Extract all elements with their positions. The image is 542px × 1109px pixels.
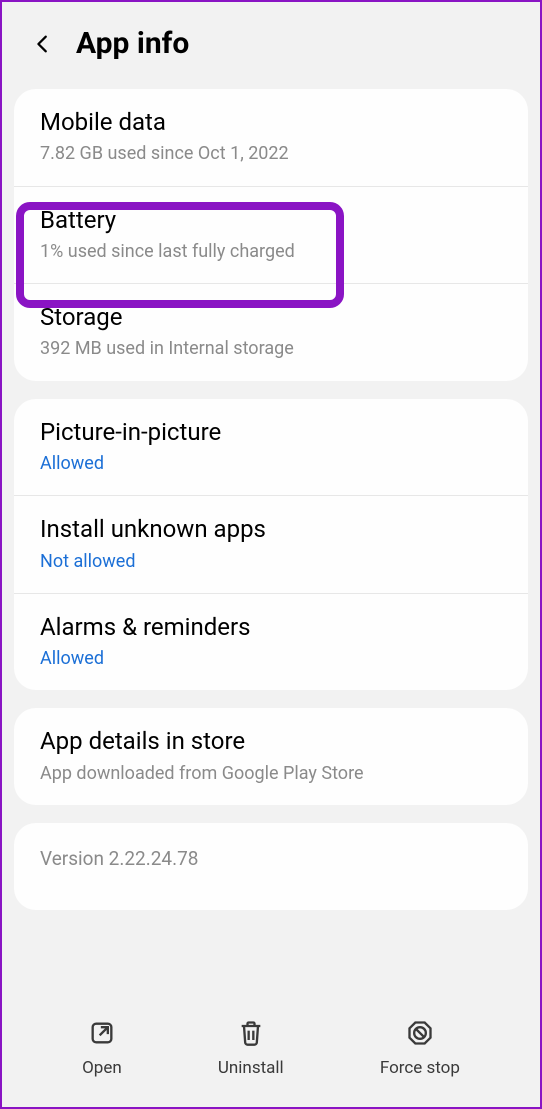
open-label: Open (82, 1058, 122, 1078)
battery-item[interactable]: Battery 1% used since last fully charged (14, 187, 528, 284)
version-card: Version 2.22.24.78 (14, 823, 528, 910)
battery-sub: 1% used since last fully charged (40, 240, 502, 263)
storage-sub: 392 MB used in Internal storage (40, 337, 502, 360)
uninstall-button[interactable]: Uninstall (218, 1018, 284, 1078)
uninstall-label: Uninstall (218, 1058, 284, 1078)
force-stop-button[interactable]: Force stop (380, 1018, 460, 1078)
open-icon (87, 1018, 117, 1048)
pip-title: Picture-in-picture (40, 417, 502, 448)
alarms-title: Alarms & reminders (40, 612, 502, 643)
usage-card: Mobile data 7.82 GB used since Oct 1, 20… (14, 89, 528, 381)
stop-icon (405, 1018, 435, 1048)
mobile-data-item[interactable]: Mobile data 7.82 GB used since Oct 1, 20… (14, 89, 528, 186)
pip-item[interactable]: Picture-in-picture Allowed (14, 399, 528, 496)
unknown-apps-sub: Not allowed (40, 550, 502, 573)
page-title: App info (76, 26, 189, 61)
unknown-apps-item[interactable]: Install unknown apps Not allowed (14, 496, 528, 593)
open-button[interactable]: Open (82, 1018, 122, 1078)
alarms-sub: Allowed (40, 647, 502, 670)
mobile-data-sub: 7.82 GB used since Oct 1, 2022 (40, 142, 502, 165)
back-icon[interactable] (32, 33, 54, 55)
store-title: App details in store (40, 726, 502, 757)
trash-icon (236, 1018, 266, 1048)
store-item[interactable]: App details in store App downloaded from… (14, 708, 528, 805)
header: App info (2, 2, 540, 89)
alarms-item[interactable]: Alarms & reminders Allowed (14, 594, 528, 691)
version-text: Version 2.22.24.78 (40, 847, 502, 870)
unknown-apps-title: Install unknown apps (40, 514, 502, 545)
mobile-data-title: Mobile data (40, 107, 502, 138)
force-stop-label: Force stop (380, 1058, 460, 1078)
store-sub: App downloaded from Google Play Store (40, 762, 502, 785)
battery-title: Battery (40, 205, 502, 236)
storage-item[interactable]: Storage 392 MB used in Internal storage (14, 284, 528, 381)
permissions-card: Picture-in-picture Allowed Install unkno… (14, 399, 528, 691)
storage-title: Storage (40, 302, 502, 333)
bottom-bar: Open Uninstall Force stop (4, 997, 538, 1107)
store-card: App details in store App downloaded from… (14, 708, 528, 805)
pip-sub: Allowed (40, 452, 502, 475)
